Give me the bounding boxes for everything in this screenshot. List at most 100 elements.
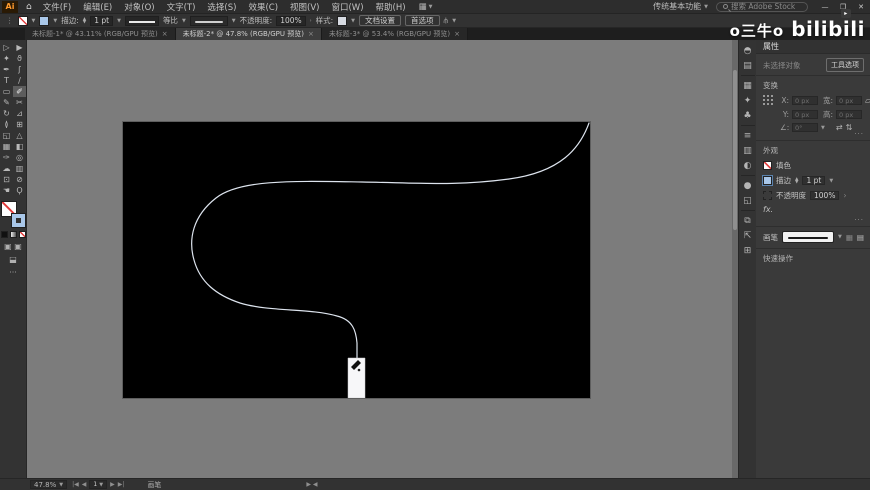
hand-tool[interactable]: ☚ bbox=[0, 185, 13, 196]
appearance-more-button[interactable]: ··· bbox=[854, 216, 864, 224]
chevron-down-icon[interactable]: ▼ bbox=[821, 125, 825, 131]
style-swatch[interactable] bbox=[337, 15, 348, 26]
home-icon[interactable]: ⌂ bbox=[26, 2, 32, 12]
brushes-panel-icon[interactable]: ✦ bbox=[740, 93, 756, 108]
paintbrush-tool[interactable]: ✐ bbox=[13, 86, 26, 97]
zoom-level-select[interactable]: 47.8% ▼ bbox=[30, 480, 68, 489]
x-field[interactable]: 0 px bbox=[792, 96, 818, 105]
brush-definition-preview[interactable] bbox=[781, 231, 834, 243]
pen-tool[interactable]: ✒ bbox=[0, 64, 13, 75]
artboard-tool[interactable]: ⊡ bbox=[0, 174, 13, 185]
symbols-panel-icon[interactable]: ♣ bbox=[740, 108, 756, 123]
symbol-sprayer-tool[interactable]: ☁ bbox=[0, 163, 13, 174]
fill-swatch-none[interactable] bbox=[17, 15, 28, 26]
stroke-panel-icon[interactable]: ≡ bbox=[740, 128, 756, 143]
brush-options-icon[interactable]: ▦ bbox=[846, 233, 853, 242]
document-tab-1[interactable]: 未标题-2* @ 47.8% (RGB/GPU 预览) × bbox=[175, 28, 322, 40]
document-setup-button[interactable]: 文档设置 bbox=[359, 15, 402, 26]
fx-button[interactable]: fx. bbox=[763, 205, 864, 214]
libraries-panel-icon[interactable]: ▤ bbox=[740, 58, 756, 73]
next-artboard-button[interactable]: ▶ bbox=[110, 481, 115, 488]
fill-swatch[interactable] bbox=[763, 161, 772, 170]
menu-item-2[interactable]: 对象(O) bbox=[119, 1, 159, 13]
previous-artboard-button[interactable]: ◀ bbox=[82, 481, 87, 488]
chevron-down-icon[interactable]: ▼ bbox=[232, 18, 236, 24]
menu-item-5[interactable]: 效果(C) bbox=[243, 1, 283, 13]
color-mode-button[interactable] bbox=[0, 231, 8, 238]
angle-field[interactable]: 0° bbox=[792, 123, 818, 132]
none-mode-button[interactable] bbox=[18, 231, 26, 238]
line-segment-tool[interactable]: ∕ bbox=[13, 75, 26, 86]
recolor-artwork-panel-icon[interactable]: ◓ bbox=[740, 43, 756, 58]
direct-selection-tool[interactable]: ▷ bbox=[0, 42, 13, 53]
fill-stroke-indicator[interactable] bbox=[1, 201, 26, 228]
swatches-panel-icon[interactable]: ▦ bbox=[740, 78, 756, 93]
rectangle-tool[interactable]: ▭ bbox=[0, 86, 13, 97]
close-button[interactable]: ✕ bbox=[852, 0, 870, 13]
opacity-value[interactable]: 100% bbox=[810, 191, 840, 200]
menu-item-7[interactable]: 窗口(W) bbox=[326, 1, 368, 13]
stroke-weight-stepper[interactable]: ▲ ▼ bbox=[795, 177, 798, 185]
artboard-number-select[interactable]: 1 ▼ bbox=[89, 480, 108, 489]
y-field[interactable]: 0 px bbox=[792, 110, 818, 119]
gradient-tool[interactable]: ◧ bbox=[13, 141, 26, 152]
rotate-tool[interactable]: ↻ bbox=[0, 108, 13, 119]
properties-panel-tab[interactable]: 属性 bbox=[756, 40, 870, 54]
height-field[interactable]: 0 px bbox=[836, 110, 862, 119]
slice-tool[interactable]: ⊘ bbox=[13, 174, 26, 185]
align-icon[interactable]: ⫛ bbox=[444, 16, 449, 26]
minimize-button[interactable]: — bbox=[816, 0, 834, 13]
document-tab-2[interactable]: 未标题-3* @ 53.4% (RGB/GPU 预览) × bbox=[321, 28, 468, 40]
type-tool[interactable]: T bbox=[0, 75, 13, 86]
blend-tool[interactable]: ◎ bbox=[13, 152, 26, 163]
chevron-down-icon[interactable]: ▼ bbox=[351, 18, 355, 24]
workspace-switcher-icon[interactable]: ▦ ▼ bbox=[419, 2, 433, 12]
menu-item-0[interactable]: 文件(F) bbox=[38, 1, 77, 13]
graphic-styles-panel-icon[interactable]: ◱ bbox=[740, 193, 756, 208]
menu-item-4[interactable]: 选择(S) bbox=[202, 1, 241, 13]
drawing-modes-button[interactable]: ▣ ▣ bbox=[4, 242, 22, 251]
opacity-icon[interactable] bbox=[763, 191, 772, 200]
chevron-down-icon[interactable]: ▼ bbox=[53, 18, 57, 24]
artboards-panel-icon[interactable]: ⊞ bbox=[740, 243, 756, 258]
transform-more-button[interactable]: ··· bbox=[854, 130, 864, 138]
variable-width-profile-preview[interactable] bbox=[124, 15, 159, 26]
stroke-weight-value[interactable]: 1 pt bbox=[802, 176, 826, 185]
brush-curve-path[interactable] bbox=[191, 122, 590, 360]
menu-item-1[interactable]: 编辑(E) bbox=[78, 1, 117, 13]
scrollbar-thumb[interactable] bbox=[733, 70, 737, 230]
menu-item-3[interactable]: 文字(T) bbox=[162, 1, 201, 13]
opacity-value[interactable]: 100% bbox=[276, 15, 306, 26]
last-artboard-button[interactable]: ▶| bbox=[118, 481, 125, 488]
stroke-swatch[interactable] bbox=[762, 175, 773, 186]
menu-item-8[interactable]: 帮助(H) bbox=[371, 1, 411, 13]
scale-tool[interactable]: ⊿ bbox=[13, 108, 26, 119]
tab-close-icon[interactable]: × bbox=[308, 30, 314, 38]
workspace-selector[interactable]: 传统基本功能 ▼ bbox=[653, 1, 708, 12]
gradient-panel-icon[interactable]: ▥ bbox=[740, 143, 756, 158]
chevron-down-icon[interactable]: ▼ bbox=[838, 234, 842, 240]
search-input[interactable]: 搜索 Adobe Stock bbox=[716, 1, 808, 12]
stroke-color-swatch[interactable] bbox=[11, 213, 26, 228]
screen-mode-button[interactable]: ⬓ bbox=[9, 255, 17, 264]
curvature-tool[interactable]: ʃ bbox=[13, 64, 26, 75]
reference-point-selector[interactable] bbox=[763, 95, 774, 135]
pencil-tool[interactable]: ✎ bbox=[0, 97, 13, 108]
zoom-tool[interactable]: Ϙ bbox=[13, 185, 26, 196]
shape-builder-tool[interactable]: ◱ bbox=[0, 130, 13, 141]
mesh-tool[interactable]: ▦ bbox=[0, 141, 13, 152]
opacity-more-icon[interactable]: › bbox=[843, 191, 846, 200]
tab-close-icon[interactable]: × bbox=[454, 30, 460, 38]
perspective-grid-tool[interactable]: △ bbox=[13, 130, 26, 141]
column-graph-tool[interactable]: ▥ bbox=[13, 163, 26, 174]
flip-horizontal-icon[interactable]: ⇄ bbox=[836, 123, 843, 132]
toolbar-more-button[interactable]: ··· bbox=[9, 268, 17, 277]
menu-item-6[interactable]: 视图(V) bbox=[285, 1, 324, 13]
layers-panel-icon[interactable]: ⧉ bbox=[740, 213, 756, 228]
tab-close-icon[interactable]: × bbox=[162, 30, 168, 38]
brush-libraries-icon[interactable]: ▤ bbox=[857, 233, 864, 242]
appearance-panel-icon[interactable]: ● bbox=[740, 178, 756, 193]
stroke-swatch[interactable] bbox=[39, 15, 50, 26]
restore-button[interactable]: ❐ bbox=[834, 0, 852, 13]
asset-export-panel-icon[interactable]: ⇱ bbox=[740, 228, 756, 243]
